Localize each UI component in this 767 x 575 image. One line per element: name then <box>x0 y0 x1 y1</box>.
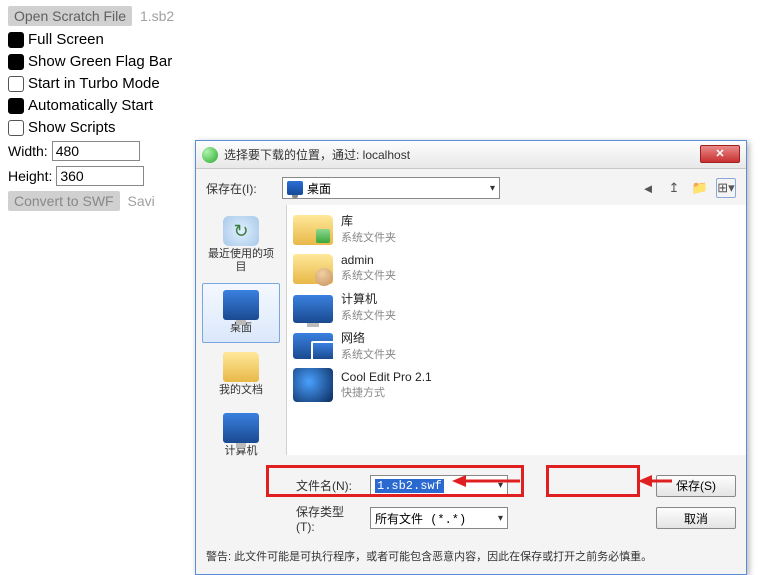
recent-icon <box>223 216 259 246</box>
sidebar-item-label: 最近使用的项目 <box>205 248 277 274</box>
width-label: Width: <box>8 143 48 159</box>
file-item[interactable]: 库系统文件夹 <box>293 209 740 248</box>
checkbox[interactable] <box>8 98 24 114</box>
file-item[interactable]: Cool Edit Pro 2.1快捷方式 <box>293 365 740 405</box>
sidebar-item-label: 我的文档 <box>205 384 277 397</box>
net-icon <box>293 333 333 359</box>
file-subtitle: 系统文件夹 <box>341 307 396 323</box>
filename-value: 1.sb2.swf <box>375 479 444 493</box>
close-button[interactable]: ✕ <box>700 145 740 163</box>
option-row: Show Scripts <box>8 119 174 136</box>
filetype-label: 保存类型(T): <box>296 503 360 534</box>
filetype-combo[interactable]: 所有文件 (*.*) ▾ <box>370 507 508 529</box>
option-row: Full Screen <box>8 31 174 48</box>
option-row: Start in Turbo Mode <box>8 75 174 92</box>
height-input[interactable] <box>56 166 144 186</box>
option-label: Full Screen <box>28 31 104 48</box>
file-item[interactable]: admin系统文件夹 <box>293 248 740 287</box>
option-label: Show Scripts <box>28 119 116 136</box>
file-name: 计算机 <box>341 290 396 307</box>
back-icon[interactable]: ◄ <box>638 178 658 198</box>
save-in-label: 保存在(I): <box>206 180 276 197</box>
file-name: admin <box>341 253 396 267</box>
saving-status: Savi <box>127 193 154 209</box>
file-item[interactable]: 网络系统文件夹 <box>293 326 740 365</box>
desktop-icon <box>287 181 303 195</box>
option-label: Automatically Start <box>28 97 153 114</box>
file-subtitle: 快捷方式 <box>341 384 432 400</box>
checkbox[interactable] <box>8 120 24 136</box>
up-folder-icon[interactable]: ↥ <box>664 178 684 198</box>
option-label: Show Green Flag Bar <box>28 53 172 70</box>
convert-to-swf-button[interactable]: Convert to SWF <box>8 191 120 211</box>
sidebar-item-comp[interactable]: 计算机 <box>202 406 280 465</box>
lib-icon <box>293 215 333 245</box>
option-row: Show Green Flag Bar <box>8 53 174 70</box>
opened-file-name: 1.sb2 <box>140 8 174 24</box>
converter-panel: Open Scratch File 1.sb2 Full Screen Show … <box>8 6 174 211</box>
save-button[interactable]: 保存(S) <box>656 475 736 497</box>
open-scratch-file-button[interactable]: Open Scratch File <box>8 6 132 26</box>
filename-label: 文件名(N): <box>296 477 360 494</box>
filename-combo[interactable]: 1.sb2.swf ▾ <box>370 475 508 497</box>
save-file-dialog: 选择要下载的位置，通过: localhost ✕ 保存在(I): 桌面 ▾ ◄ … <box>195 140 747 575</box>
comp-icon <box>293 295 333 323</box>
file-name: 网络 <box>341 329 396 346</box>
save-in-combo[interactable]: 桌面 ▾ <box>282 177 500 199</box>
file-subtitle: 系统文件夹 <box>341 229 396 245</box>
admin-icon <box>293 254 333 284</box>
file-subtitle: 系统文件夹 <box>341 267 396 283</box>
sidebar-item-recent[interactable]: 最近使用的项目 <box>202 209 280 281</box>
width-input[interactable] <box>52 141 140 161</box>
cool-icon <box>293 368 333 402</box>
chevron-down-icon: ▾ <box>490 183 495 194</box>
height-label: Height: <box>8 168 52 184</box>
file-name: 库 <box>341 212 396 229</box>
warning-text: 警告: 此文件可能是可执行程序，或者可能包含恶意内容，因此在保存或打开之前务必慎… <box>196 544 746 574</box>
file-list[interactable]: 库系统文件夹admin系统文件夹计算机系统文件夹网络系统文件夹Cool Edit… <box>286 205 746 455</box>
filetype-value: 所有文件 (*.*) <box>375 510 498 527</box>
file-item[interactable]: 计算机系统文件夹 <box>293 287 740 326</box>
dialog-titlebar[interactable]: 选择要下载的位置，通过: localhost ✕ <box>196 141 746 169</box>
checkbox[interactable] <box>8 32 24 48</box>
view-menu-icon[interactable]: ⊞▾ <box>716 178 736 198</box>
desktop-icon <box>223 290 259 320</box>
places-sidebar: 最近使用的项目桌面我的文档计算机 <box>196 205 286 469</box>
docs-icon <box>223 352 259 382</box>
option-label: Start in Turbo Mode <box>28 75 160 92</box>
new-folder-icon[interactable]: 📁 <box>690 178 710 198</box>
sidebar-item-docs[interactable]: 我的文档 <box>202 345 280 404</box>
option-row: Automatically Start <box>8 97 174 114</box>
dialog-title: 选择要下载的位置，通过: localhost <box>224 146 410 163</box>
globe-icon <box>202 147 218 163</box>
checkbox[interactable] <box>8 76 24 92</box>
sidebar-item-desktop[interactable]: 桌面 <box>202 283 280 342</box>
chevron-down-icon: ▾ <box>498 513 503 524</box>
file-subtitle: 系统文件夹 <box>341 346 396 362</box>
file-name: Cool Edit Pro 2.1 <box>341 370 432 384</box>
chevron-down-icon: ▾ <box>498 480 503 491</box>
checkbox[interactable] <box>8 54 24 70</box>
cancel-button[interactable]: 取消 <box>656 507 736 529</box>
save-in-value: 桌面 <box>307 180 490 197</box>
comp-icon <box>223 413 259 443</box>
